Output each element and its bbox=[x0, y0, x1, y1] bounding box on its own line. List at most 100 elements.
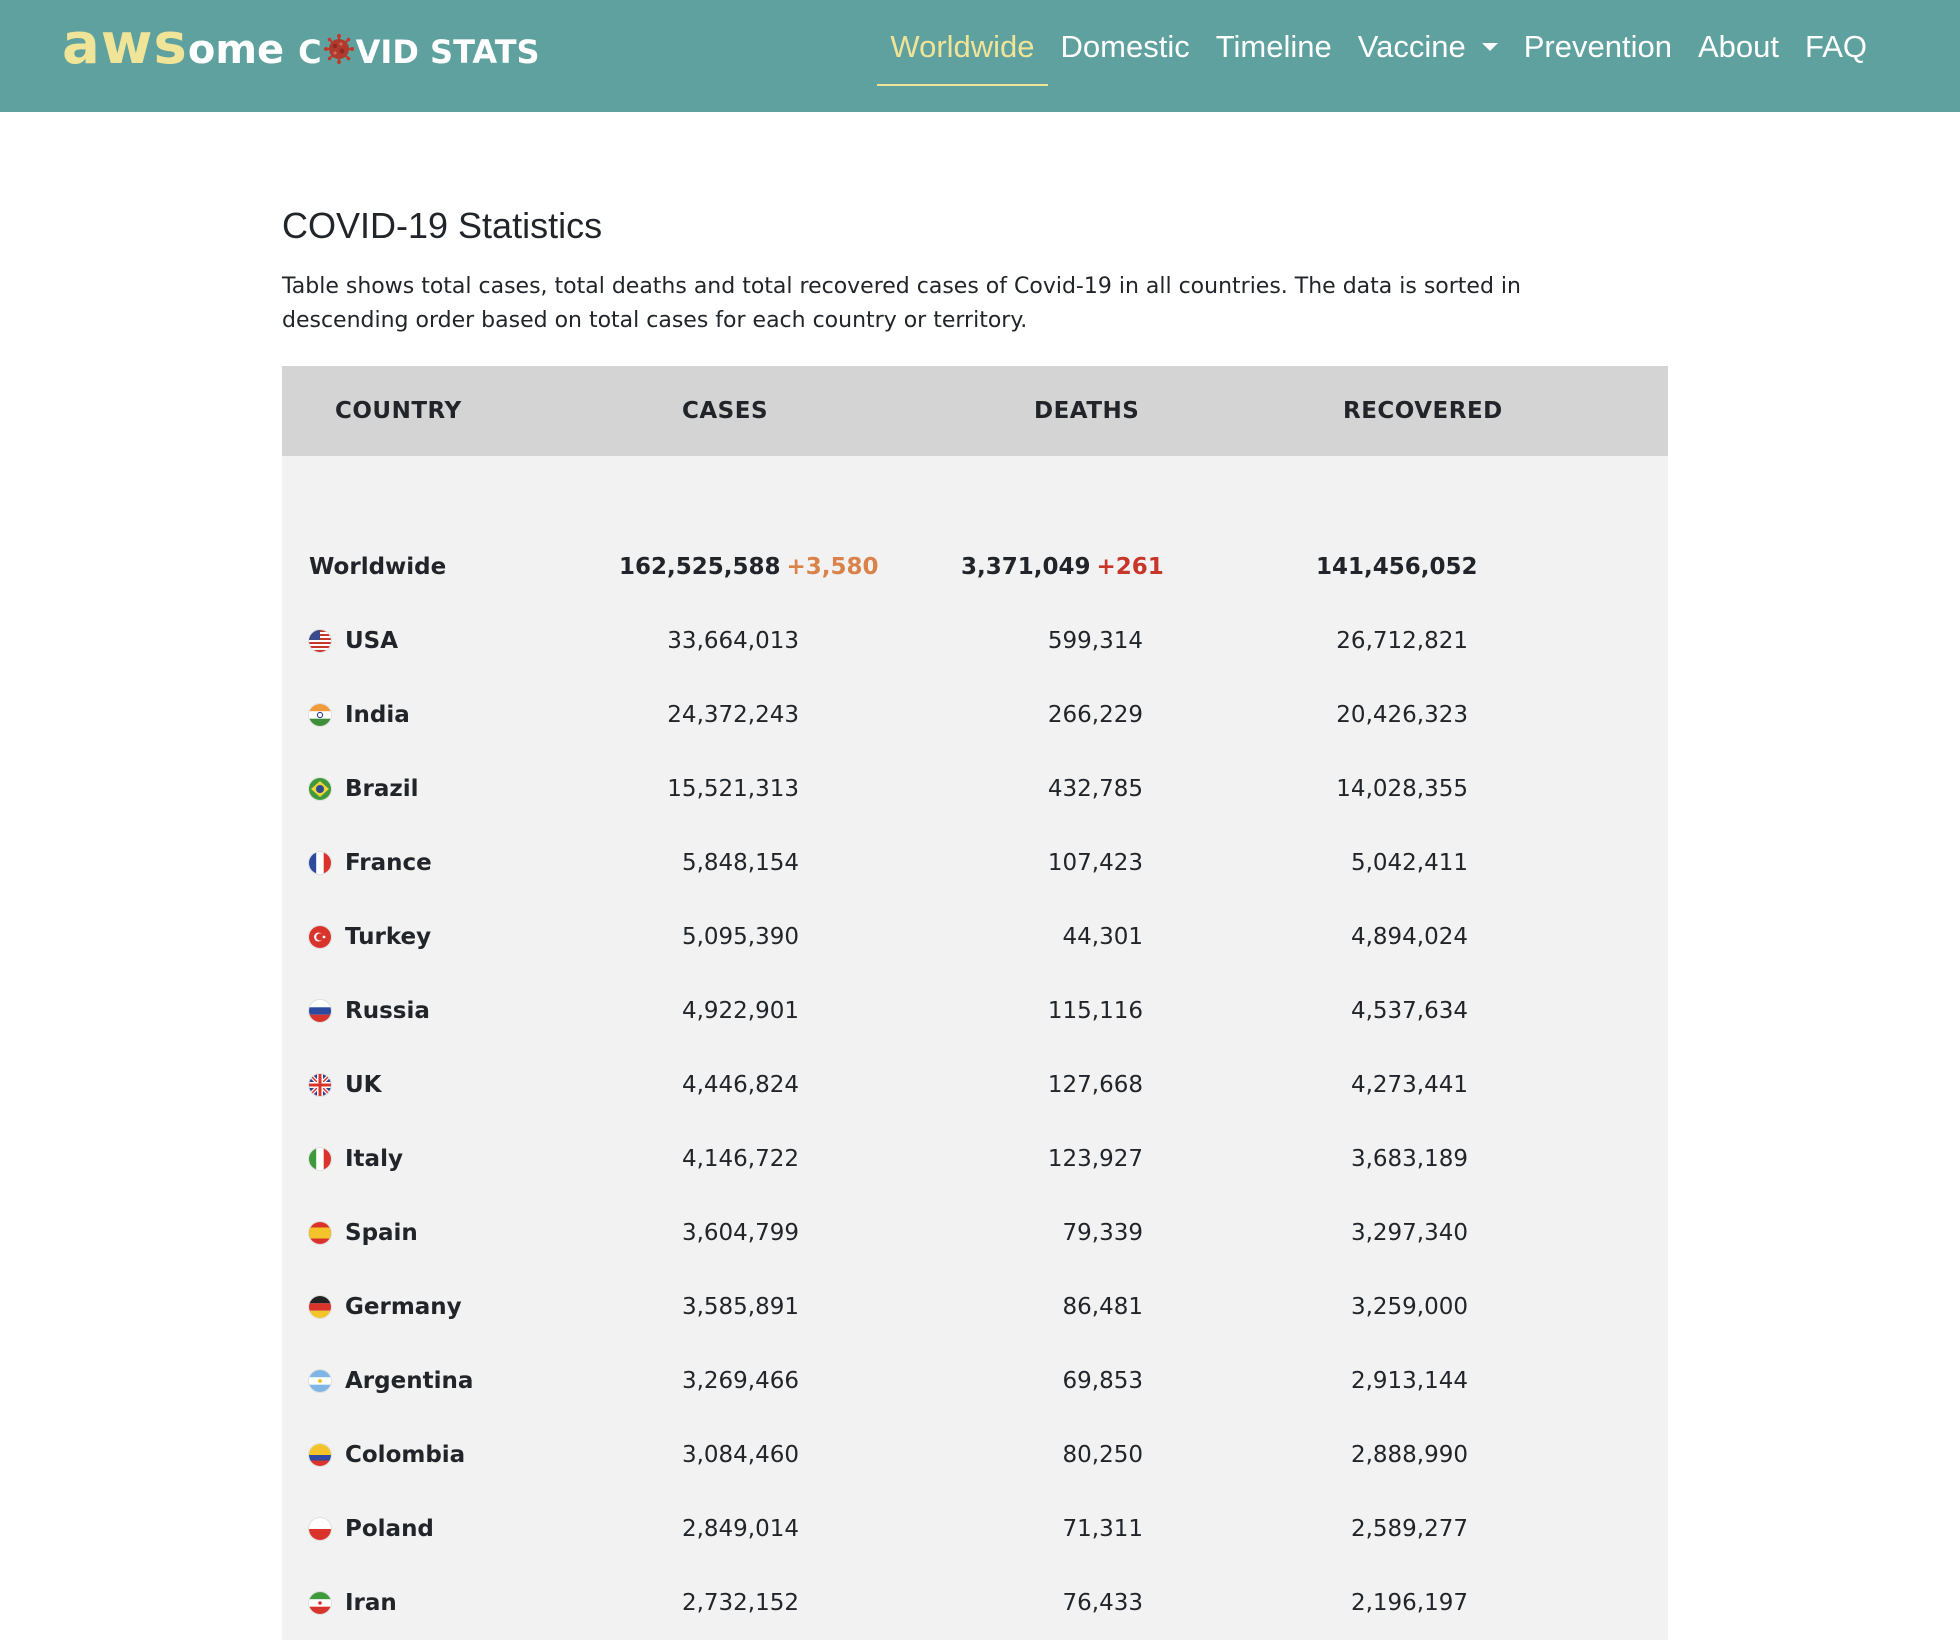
deaths-cell: 127,668 bbox=[1047, 1072, 1143, 1098]
deaths-cell: 123,927 bbox=[1047, 1146, 1143, 1172]
table-spacer-row bbox=[282, 456, 1668, 530]
nav-domestic-label: Domestic bbox=[1060, 29, 1190, 64]
deaths-cell: 69,853 bbox=[1062, 1368, 1143, 1394]
country-cell: France bbox=[282, 826, 572, 900]
table-header: COUNTRY CASES DEATHS RECOVERED bbox=[282, 366, 1668, 456]
header-country[interactable]: COUNTRY bbox=[282, 366, 572, 456]
header-recovered[interactable]: RECOVERED bbox=[1256, 366, 1668, 456]
country-name: Germany bbox=[345, 1294, 462, 1320]
header-deaths[interactable]: DEATHS bbox=[914, 366, 1256, 456]
nav-timeline[interactable]: Timeline bbox=[1203, 0, 1345, 86]
cases-cell: 33,664,013 bbox=[667, 628, 799, 654]
country-row-turkey: Turkey 5,095,390 44,301 4,894,024 bbox=[282, 900, 1668, 974]
country-name: Russia bbox=[345, 998, 430, 1024]
worldwide-recovered: 141,456,052 bbox=[1316, 554, 1478, 580]
cases-cell: 3,269,466 bbox=[681, 1368, 799, 1394]
main-content: COVID-19 Statistics Table shows total ca… bbox=[282, 112, 1668, 1640]
nav-domestic[interactable]: Domestic bbox=[1048, 0, 1203, 86]
nav-worldwide[interactable]: Worldwide bbox=[877, 0, 1048, 86]
deaths-cell: 599,314 bbox=[1047, 628, 1143, 654]
worldwide-cases-delta: +3,580 bbox=[786, 554, 879, 580]
cases-cell: 2,732,152 bbox=[681, 1590, 799, 1616]
country-cell: Italy bbox=[282, 1122, 572, 1196]
caret-down-icon bbox=[1481, 43, 1498, 51]
country-name: India bbox=[345, 702, 410, 728]
country-row-usa: USA 33,664,013 599,314 26,712,821 bbox=[282, 604, 1668, 678]
nav-prevention[interactable]: Prevention bbox=[1511, 0, 1685, 86]
brand-ome-text: ome bbox=[187, 27, 285, 73]
recovered-cell: 5,042,411 bbox=[1350, 850, 1468, 876]
recovered-cell: 4,273,441 bbox=[1350, 1072, 1468, 1098]
nav-vaccine-dropdown[interactable]: Vaccine bbox=[1345, 0, 1511, 86]
header-cases[interactable]: CASES bbox=[572, 366, 914, 456]
russia-flag-icon bbox=[309, 1000, 331, 1022]
deaths-cell: 80,250 bbox=[1062, 1442, 1143, 1468]
country-row-brazil: Brazil 15,521,313 432,785 14,028,355 bbox=[282, 752, 1668, 826]
country-row-poland: Poland 2,849,014 71,311 2,589,277 bbox=[282, 1492, 1668, 1566]
country-name: Spain bbox=[345, 1220, 418, 1246]
recovered-cell: 2,913,144 bbox=[1350, 1368, 1468, 1394]
country-cell: India bbox=[282, 678, 572, 752]
brazil-flag-icon bbox=[309, 778, 331, 800]
country-name: USA bbox=[345, 628, 399, 654]
brand-logo[interactable]: aws ome C VID STATS bbox=[62, 10, 540, 80]
deaths-cell: 44,301 bbox=[1062, 924, 1143, 950]
country-cell: Argentina bbox=[282, 1344, 572, 1418]
covid-stats-table: COUNTRY CASES DEATHS RECOVERED Worldwide… bbox=[282, 366, 1668, 1640]
country-row-spain: Spain 3,604,799 79,339 3,297,340 bbox=[282, 1196, 1668, 1270]
country-name: Colombia bbox=[345, 1442, 466, 1468]
deaths-cell: 76,433 bbox=[1062, 1590, 1143, 1616]
nav-links: Worldwide Domestic Timeline Vaccine Prev… bbox=[877, 0, 1880, 86]
recovered-cell: 4,894,024 bbox=[1350, 924, 1468, 950]
country-row-iran: Iran 2,732,152 76,433 2,196,197 bbox=[282, 1566, 1668, 1640]
nav-about[interactable]: About bbox=[1685, 0, 1792, 86]
worldwide-deaths-delta: +261 bbox=[1096, 554, 1164, 580]
germany-flag-icon bbox=[309, 1296, 331, 1318]
cases-cell: 4,446,824 bbox=[681, 1072, 799, 1098]
country-cell: USA bbox=[282, 604, 572, 678]
colombia-flag-icon bbox=[309, 1444, 331, 1466]
country-row-italy: Italy 4,146,722 123,927 3,683,189 bbox=[282, 1122, 1668, 1196]
turkey-flag-icon bbox=[309, 926, 331, 948]
argentina-flag-icon bbox=[309, 1370, 331, 1392]
recovered-cell: 2,888,990 bbox=[1350, 1442, 1468, 1468]
cases-cell: 4,922,901 bbox=[681, 998, 799, 1024]
nav-prevention-label: Prevention bbox=[1523, 29, 1672, 64]
worldwide-deaths: 3,371,049 bbox=[961, 554, 1091, 580]
country-cell: Turkey bbox=[282, 900, 572, 974]
country-row-germany: Germany 3,585,891 86,481 3,259,000 bbox=[282, 1270, 1668, 1344]
deaths-cell: 71,311 bbox=[1062, 1516, 1143, 1542]
country-cell: Spain bbox=[282, 1196, 572, 1270]
country-name: Iran bbox=[345, 1590, 397, 1616]
navbar: aws ome C VID STATS Worldwide Domestic T… bbox=[0, 0, 1960, 112]
recovered-cell: 20,426,323 bbox=[1336, 702, 1468, 728]
cases-cell: 15,521,313 bbox=[667, 776, 799, 802]
usa-flag-icon bbox=[309, 630, 331, 652]
france-flag-icon bbox=[309, 852, 331, 874]
country-cell: Poland bbox=[282, 1492, 572, 1566]
spain-flag-icon bbox=[309, 1222, 331, 1244]
uk-flag-icon bbox=[309, 1074, 331, 1096]
recovered-cell: 4,537,634 bbox=[1350, 998, 1468, 1024]
nav-faq[interactable]: FAQ bbox=[1792, 0, 1880, 86]
country-cell: Colombia bbox=[282, 1418, 572, 1492]
recovered-cell: 2,196,197 bbox=[1350, 1590, 1468, 1616]
table-body: Worldwide 162,525,588 +3,580 3,371,049 +26… bbox=[282, 456, 1668, 1640]
worldwide-row: Worldwide 162,525,588 +3,580 3,371,049 +26… bbox=[282, 530, 1668, 604]
country-cell: Iran bbox=[282, 1566, 572, 1640]
recovered-cell: 3,683,189 bbox=[1350, 1146, 1468, 1172]
page-description: Table shows total cases, total deaths an… bbox=[282, 274, 1521, 333]
cases-cell: 24,372,243 bbox=[667, 702, 799, 728]
deaths-cell: 79,339 bbox=[1062, 1220, 1143, 1246]
country-cell: Brazil bbox=[282, 752, 572, 826]
deaths-cell: 107,423 bbox=[1047, 850, 1143, 876]
worldwide-cases-cell: 162,525,588 +3,580 bbox=[572, 530, 914, 604]
recovered-cell: 3,259,000 bbox=[1350, 1294, 1468, 1320]
country-row-russia: Russia 4,922,901 115,116 4,537,634 bbox=[282, 974, 1668, 1048]
country-row-india: India 24,372,243 266,229 20,426,323 bbox=[282, 678, 1668, 752]
brand-c-text: C bbox=[298, 33, 322, 71]
recovered-cell: 26,712,821 bbox=[1336, 628, 1468, 654]
cases-cell: 5,095,390 bbox=[681, 924, 799, 950]
nav-worldwide-label: Worldwide bbox=[890, 29, 1035, 64]
nav-faq-label: FAQ bbox=[1804, 29, 1867, 64]
